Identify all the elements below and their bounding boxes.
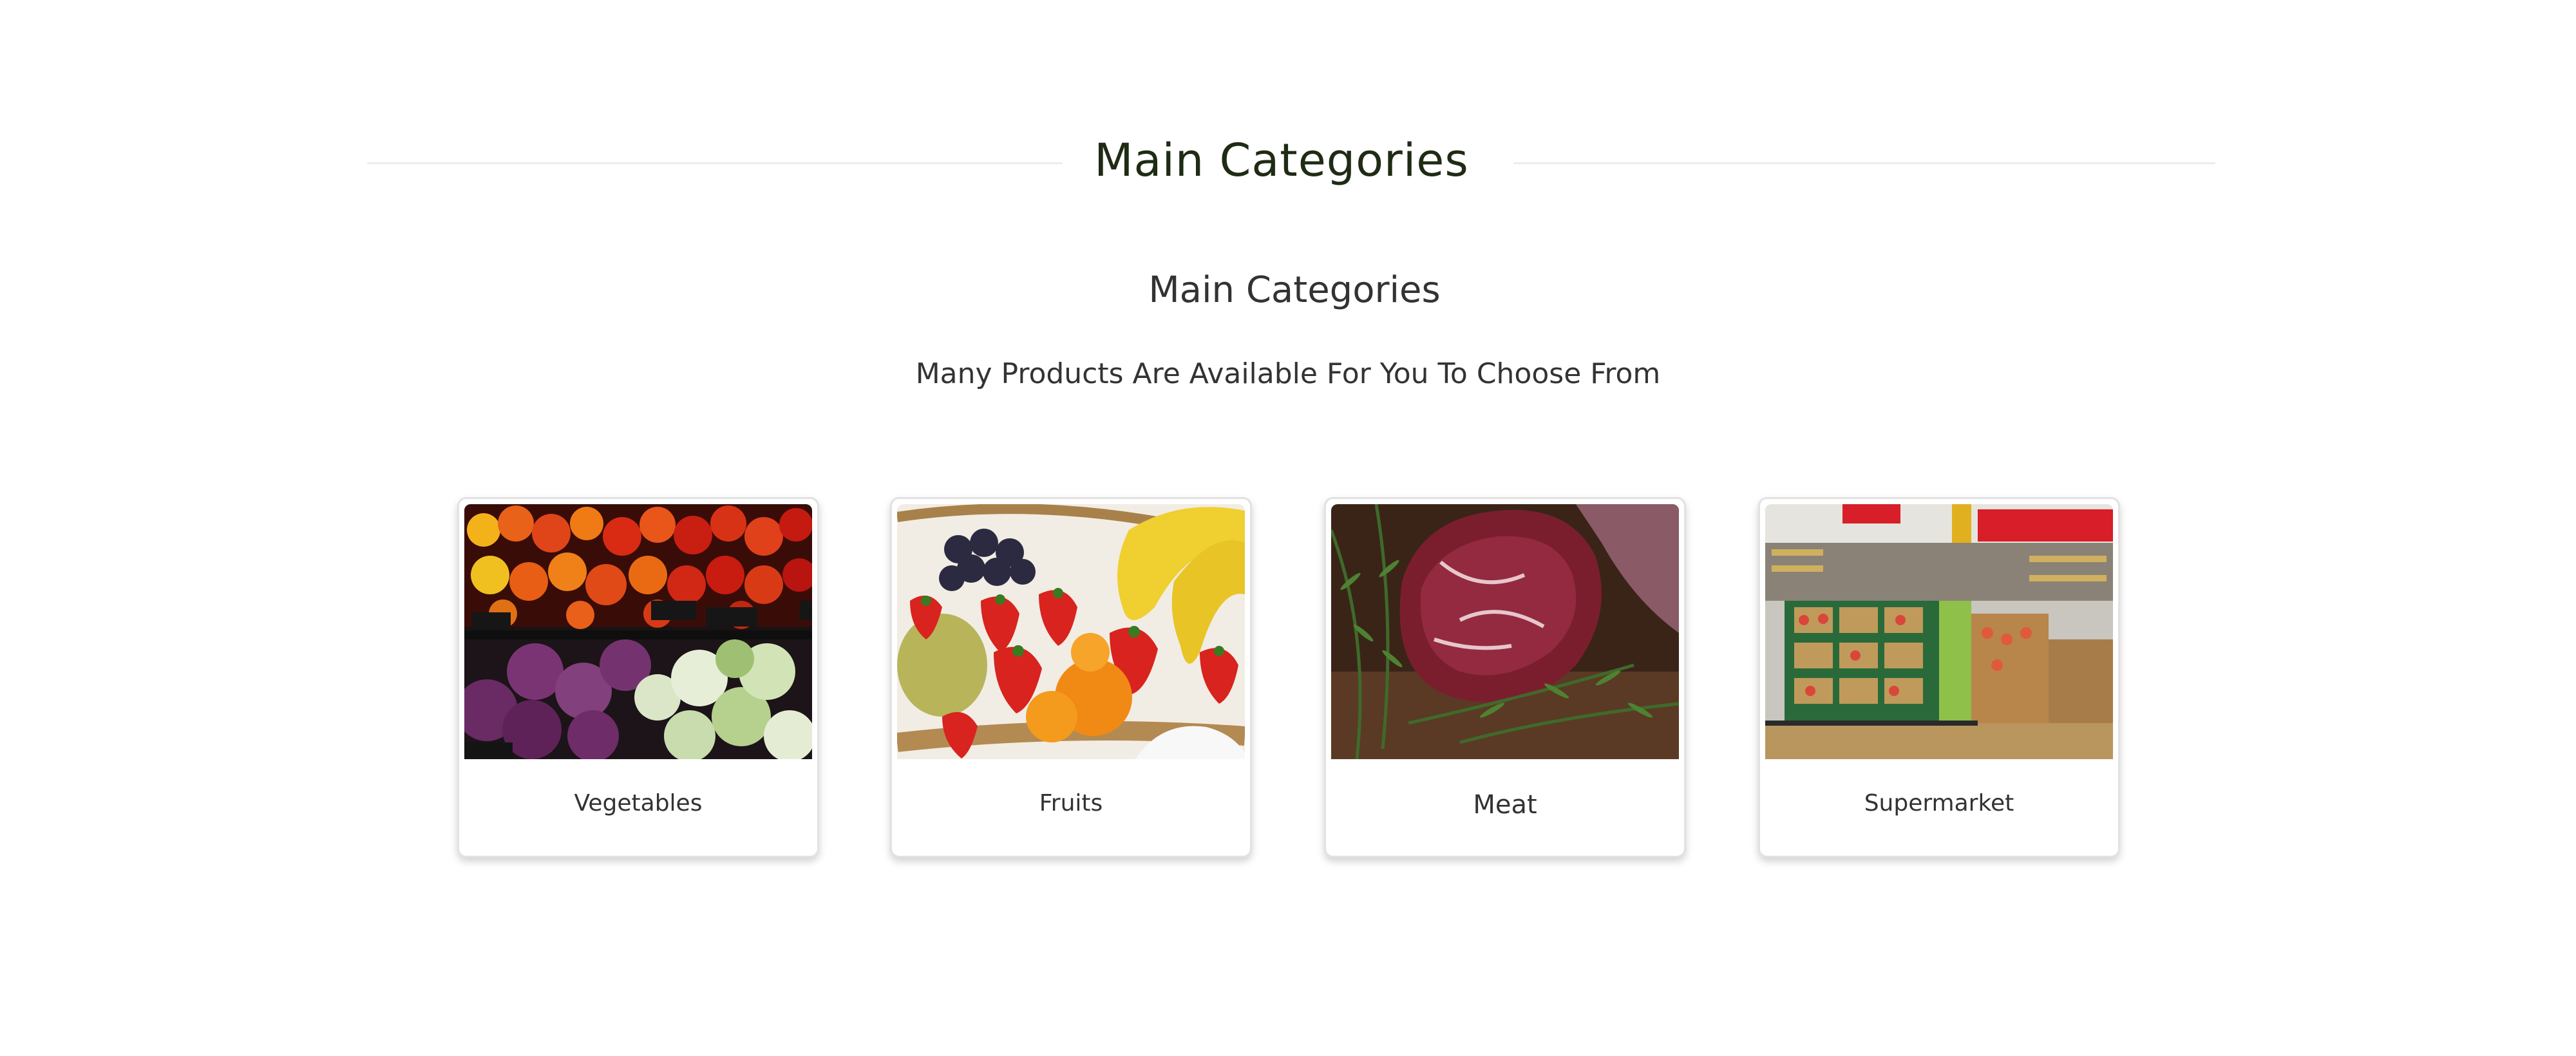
category-label: Vegetables [574, 790, 703, 816]
section-header: Main Categories [0, 129, 2576, 200]
meat-image[interactable] [1331, 504, 1679, 759]
supermarket-image[interactable] [1765, 504, 2113, 759]
fruits-image[interactable] [897, 504, 1245, 759]
category-label: Meat [1473, 790, 1537, 820]
category-card-meat[interactable]: Meat [1324, 497, 1686, 858]
category-card-supermarket[interactable]: Supermarket [1758, 497, 2120, 858]
category-card-fruits[interactable]: Fruits [890, 497, 1252, 858]
divider-right [1513, 162, 2215, 164]
category-card-vegetables[interactable]: Vegetables [457, 497, 819, 858]
category-label: Fruits [1039, 790, 1103, 816]
categories-title: Main Categories [1148, 269, 1441, 311]
vegetables-image[interactable] [464, 504, 812, 759]
category-label: Supermarket [1864, 790, 2014, 816]
section-heading: Main Categories [1094, 134, 1469, 187]
categories-tagline: Many Products Are Available For You To C… [915, 357, 1661, 390]
